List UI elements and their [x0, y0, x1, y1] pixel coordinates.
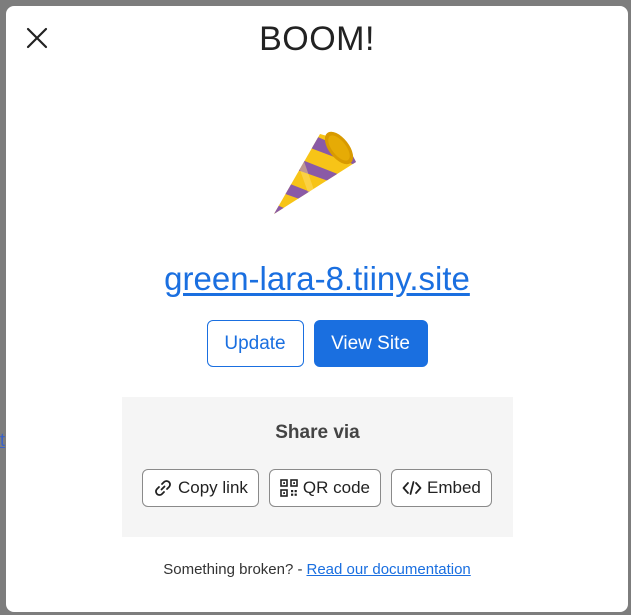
qr-code-button[interactable]: QR code [268, 469, 382, 507]
documentation-link[interactable]: Read our documentation [306, 561, 470, 578]
link-icon [153, 478, 173, 498]
copy-link-button[interactable]: Copy link [142, 469, 259, 507]
share-title: Share via [275, 422, 360, 443]
code-icon [402, 480, 422, 496]
site-url-link[interactable]: green-lara-8.tiiny.site [6, 260, 628, 298]
copy-link-label: Copy link [178, 478, 248, 497]
share-buttons: Copy link QR code Embed [142, 469, 492, 507]
embed-button[interactable]: Embed [391, 469, 492, 507]
footer: Something broken? - Read our documentatio… [6, 561, 628, 578]
footer-text: Something broken? - [163, 561, 303, 578]
embed-label: Embed [427, 478, 481, 497]
party-popper-icon [266, 126, 366, 226]
share-panel: Share via Copy link QR code Embed [122, 397, 513, 537]
publish-success-modal: BOOM! green-lara-8.tiiny.site Update Vie… [6, 6, 628, 612]
action-buttons: Update View Site [6, 320, 628, 367]
qr-code-icon [280, 479, 298, 497]
modal-title: BOOM! [259, 20, 375, 58]
view-site-button[interactable]: View Site [313, 320, 428, 367]
qr-code-label: QR code [302, 478, 371, 497]
update-button[interactable]: Update [206, 320, 304, 367]
